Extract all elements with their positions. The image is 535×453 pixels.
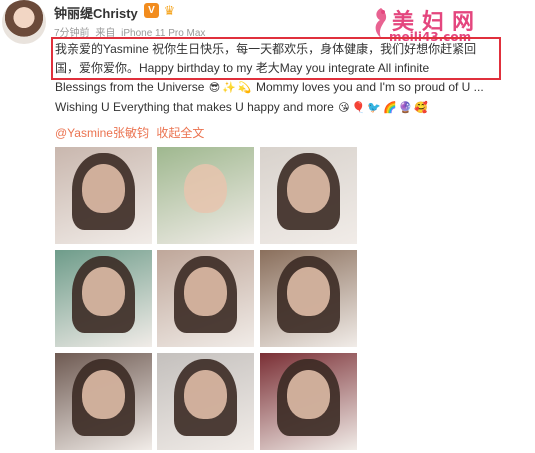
photo-face — [82, 370, 125, 419]
avatar[interactable] — [2, 0, 46, 44]
photo-6[interactable] — [260, 250, 357, 347]
post-text: 我亲爱的Yasmine 祝你生日快乐，每一天都欢乐，身体健康，我们好想你赶紧回 … — [55, 40, 530, 118]
post-line-3-tail: Mommy loves you and I'm so proud of U ..… — [255, 80, 484, 94]
post-time[interactable]: 7分钟前 — [54, 28, 90, 39]
photo-face — [184, 164, 227, 213]
mention-link[interactable]: @Yasmine张敏钧 — [55, 126, 149, 140]
photo-9[interactable] — [260, 353, 357, 450]
photo-face — [287, 370, 330, 419]
user-name[interactable]: 钟丽缇Christy — [54, 3, 138, 22]
rainbow-emoji-icon: 🌈 — [383, 102, 397, 114]
sunglasses-emoji-icon: 😎 — [208, 82, 221, 94]
links-row: @Yasmine张敏钧 收起全文 — [55, 124, 208, 141]
photo-face — [287, 164, 330, 213]
photo-face — [184, 370, 227, 419]
post-line-1: 我亲爱的Yasmine 祝你生日快乐，每一天都欢乐，身体健康，我们好想你赶紧回 — [55, 42, 477, 56]
photo-face — [82, 164, 125, 213]
source-device[interactable]: iPhone 11 Pro Max — [121, 28, 205, 39]
photo-4[interactable] — [55, 250, 152, 347]
post-line-3-text: Blessings from the Universe — [55, 80, 205, 94]
post-line-4: Wishing U Everything that makes U happy … — [55, 98, 530, 118]
sparkles-emoji-icon: ✨ — [222, 82, 236, 94]
kiss-emoji-icon: 😘 — [338, 102, 350, 114]
photo-2[interactable] — [157, 147, 254, 244]
photo-8[interactable] — [157, 353, 254, 450]
crown-badge-icon: ♛ — [163, 3, 176, 18]
photo-face — [82, 267, 125, 316]
balloon-emoji-icon: 🎈 — [351, 102, 366, 114]
dizzy-emoji-icon: 💫 — [237, 82, 252, 94]
post-line-4-text: Wishing U Everything that makes U happy … — [55, 100, 334, 114]
collapse-text-link[interactable]: 收起全文 — [156, 126, 204, 140]
smiling-hearts-emoji-icon: 🥰 — [414, 102, 429, 114]
post-line-2: 国，爱你爱你。Happy birthday to my 老大May you in… — [55, 61, 430, 75]
photo-5[interactable] — [157, 250, 254, 347]
bird-emoji-icon: 🐦 — [367, 102, 382, 114]
photo-1[interactable] — [55, 147, 152, 244]
photo-7[interactable] — [55, 353, 152, 450]
vip-badge-icon: V — [144, 3, 159, 18]
photo-face — [287, 267, 330, 316]
source-prefix: 来自 — [95, 28, 116, 39]
crystal-ball-emoji-icon: 🔮 — [398, 102, 413, 114]
photo-3[interactable] — [260, 147, 357, 244]
post-line-3: Blessings from the Universe 😎 ✨ 💫 Mommy lo… — [55, 78, 530, 98]
post-meta: 7分钟前 来自 iPhone 11 Pro Max — [54, 24, 208, 39]
photo-face — [184, 267, 227, 316]
